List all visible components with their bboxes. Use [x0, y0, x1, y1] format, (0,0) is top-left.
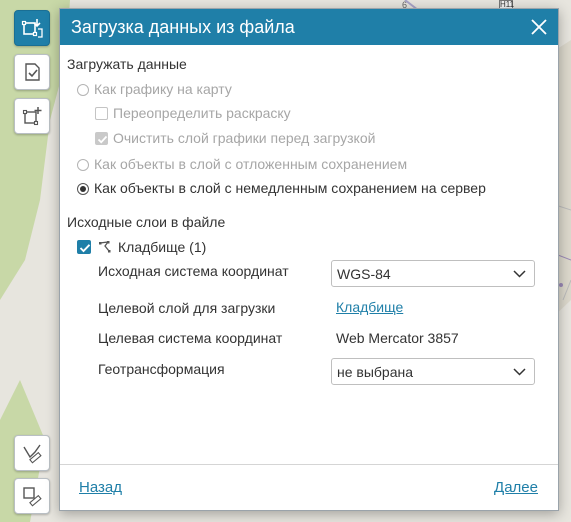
target-layer-link[interactable]: Кладбище — [336, 299, 403, 315]
source-layers-label: Исходные слои в файле — [67, 214, 226, 230]
radio-immediate-save-label: Как объекты в слой с немедленным сохране… — [94, 180, 486, 196]
checkbox-override-colors[interactable] — [95, 107, 108, 120]
next-link[interactable]: Далее — [494, 479, 538, 496]
dialog-header: Загрузка данных из файла — [60, 9, 558, 45]
checkbox-layer-cemetery[interactable] — [77, 240, 91, 254]
chevron-down-icon — [513, 270, 526, 278]
geotransform-select[interactable]: не выбрана — [331, 358, 535, 385]
source-crs-value: WGS-84 — [337, 266, 391, 282]
close-icon[interactable] — [530, 18, 548, 36]
add-polygon-icon — [22, 107, 42, 126]
radio-deferred-save-label: Как объекты в слой с отложенным сохранен… — [94, 156, 408, 172]
ruler-area-icon — [23, 487, 42, 507]
target-crs-label: Целевая система координат — [98, 330, 283, 346]
footer-divider — [60, 464, 558, 465]
measure-area-tool-button[interactable] — [14, 478, 50, 514]
source-crs-label: Исходная система координат — [98, 263, 289, 279]
radio-deferred-save[interactable] — [77, 159, 89, 171]
measure-line-tool-button[interactable] — [14, 435, 50, 471]
check-icon — [79, 244, 91, 253]
check-icon — [97, 135, 108, 144]
checklist-icon — [25, 63, 40, 81]
radio-immediate-save[interactable] — [77, 183, 89, 195]
polygon-layer-icon — [99, 241, 111, 253]
target-layer-label: Целевой слой для загрузки — [98, 300, 276, 316]
checkbox-clear-graphics-label: Очистить слой графики перед загрузкой — [113, 130, 376, 146]
source-crs-select[interactable]: WGS-84 — [331, 260, 535, 287]
back-link[interactable]: Назад — [79, 479, 122, 496]
import-layer-icon — [21, 19, 43, 38]
target-crs-value: Web Mercator 3857 — [336, 330, 459, 346]
checkbox-clear-graphics[interactable] — [95, 132, 108, 145]
dialog-title: Загрузка данных из файла — [71, 17, 295, 37]
layer-name: Кладбище (1) — [118, 239, 207, 255]
chevron-down-icon — [513, 368, 526, 376]
geotransform-label: Геотрансформация — [98, 361, 225, 377]
checkbox-override-colors-label: Переопределить раскраску — [113, 105, 291, 121]
import-file-tool-button[interactable] — [14, 10, 50, 46]
import-dialog: Загрузка данных из файла Загружать данны… — [59, 8, 559, 511]
radio-as-graphics[interactable] — [77, 84, 89, 96]
load-section-label: Загружать данные — [67, 56, 187, 72]
ruler-line-icon — [23, 444, 42, 464]
radio-as-graphics-label: Как графику на карту — [94, 81, 232, 97]
geotransform-value: не выбрана — [337, 364, 414, 380]
add-feature-tool-button[interactable] — [14, 98, 50, 134]
validate-tool-button[interactable] — [14, 54, 50, 90]
